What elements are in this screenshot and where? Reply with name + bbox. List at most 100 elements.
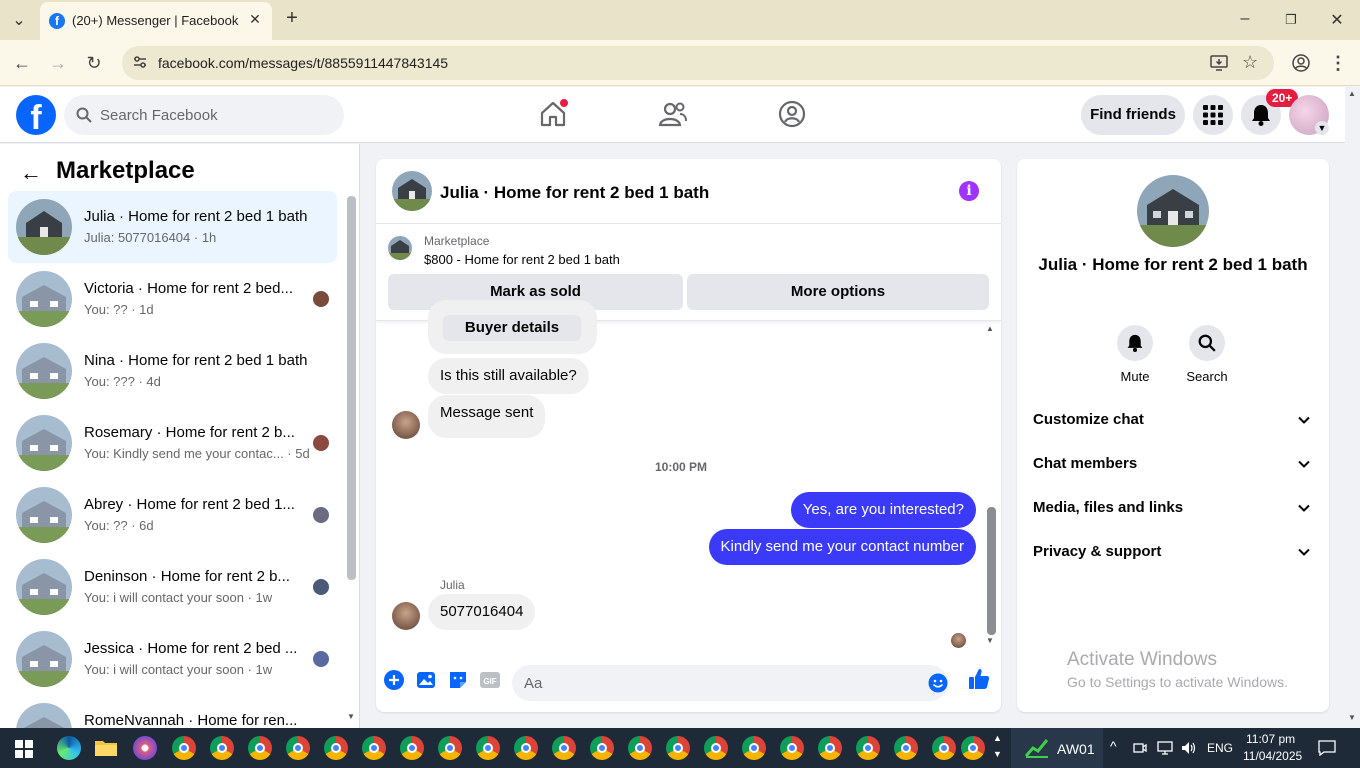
- chrome-icon[interactable]: [742, 736, 766, 760]
- friends-icon[interactable]: [658, 99, 688, 129]
- page-scrollbar[interactable]: ▲ ▼: [1345, 87, 1360, 728]
- facebook-search-box[interactable]: [64, 95, 344, 135]
- meet-now-icon[interactable]: [1133, 741, 1147, 755]
- info-icon[interactable]: i: [959, 181, 979, 201]
- facebook-logo-icon[interactable]: f: [16, 95, 56, 135]
- search-in-chat-button[interactable]: Search: [1177, 325, 1237, 384]
- site-settings-icon[interactable]: [132, 54, 148, 70]
- incoming-message[interactable]: Message sent: [428, 395, 546, 438]
- conversation-item[interactable]: Victoria · Home for rent 2 bed... You: ?…: [8, 263, 337, 335]
- chrome-icon[interactable]: [362, 736, 386, 760]
- conversation-item[interactable]: RomeNvannah · Home for ren...: [8, 695, 337, 728]
- account-chevron-icon[interactable]: ▼: [1315, 121, 1329, 135]
- incoming-message[interactable]: 5077016404: [428, 594, 536, 630]
- chrome-icon[interactable]: [248, 736, 272, 760]
- chrome-icon[interactable]: [286, 736, 310, 760]
- new-tab-icon[interactable]: +: [282, 7, 302, 30]
- groups-icon[interactable]: [777, 99, 807, 129]
- conversation-item[interactable]: Nina · Home for rent 2 bed 1 bath You: ?…: [8, 335, 337, 407]
- maximize-icon[interactable]: ❐: [1281, 12, 1301, 28]
- clock-time[interactable]: 11:07 pm: [1246, 732, 1295, 746]
- more-options-button[interactable]: More options: [687, 274, 989, 310]
- chrome-icon[interactable]: [514, 736, 538, 760]
- menu-grid-button[interactable]: [1193, 95, 1233, 135]
- taskbar-overflow-icon[interactable]: ▲ ▼: [993, 730, 1002, 762]
- chat-members-row[interactable]: Chat members: [1025, 443, 1321, 487]
- media-files-links-row[interactable]: Media, files and links: [1025, 487, 1321, 531]
- chrome-icon[interactable]: [324, 736, 348, 760]
- language-indicator[interactable]: ENG: [1207, 741, 1233, 755]
- chrome-icon[interactable]: [780, 736, 804, 760]
- back-arrow-icon[interactable]: ←: [11, 52, 33, 74]
- network-icon[interactable]: [1157, 741, 1173, 755]
- customize-chat-row[interactable]: Customize chat: [1025, 399, 1321, 443]
- clock-date[interactable]: 11/04/2025: [1243, 749, 1302, 763]
- sender-avatar[interactable]: [392, 411, 420, 439]
- edge-browser-icon[interactable]: [57, 736, 81, 760]
- network-widget[interactable]: AW01: [1011, 728, 1103, 768]
- find-friends-button[interactable]: Find friends: [1081, 95, 1185, 135]
- gif-icon[interactable]: GIF: [479, 669, 501, 691]
- browser-tab[interactable]: f (20+) Messenger | Facebook ✕: [40, 2, 272, 40]
- tab-close-icon[interactable]: ✕: [246, 10, 264, 28]
- chrome-icon[interactable]: [172, 736, 196, 760]
- chrome-icon[interactable]: [666, 736, 690, 760]
- chrome-icon[interactable]: [210, 736, 234, 760]
- chrome-icon[interactable]: [590, 736, 614, 760]
- emoji-icon[interactable]: [928, 673, 948, 693]
- windows-start-icon[interactable]: [15, 740, 33, 758]
- chat-title[interactable]: Julia · Home for rent 2 bed 1 bath: [440, 183, 709, 203]
- conversation-item[interactable]: Deninson · Home for rent 2 b... You: i w…: [8, 551, 337, 623]
- sticker-icon[interactable]: [447, 669, 469, 691]
- facebook-search-input[interactable]: [100, 95, 336, 135]
- profile-icon[interactable]: [1292, 54, 1310, 72]
- chrome-icon[interactable]: [438, 736, 462, 760]
- conversation-item[interactable]: Rosemary · Home for rent 2 b... You: Kin…: [8, 407, 337, 479]
- tab-search-icon[interactable]: ⌄: [9, 10, 29, 30]
- conversation-item[interactable]: Jessica · Home for rent 2 bed ... You: i…: [8, 623, 337, 695]
- outgoing-message[interactable]: Yes, are you interested?: [790, 492, 976, 528]
- bookmark-star-icon[interactable]: ☆: [1242, 52, 1258, 73]
- install-app-icon[interactable]: [1210, 55, 1228, 71]
- chrome-icon[interactable]: [818, 736, 842, 760]
- reload-icon[interactable]: ↻: [83, 52, 105, 74]
- like-thumbs-up-icon[interactable]: [967, 667, 991, 691]
- conversation-list-scrollbar[interactable]: [347, 196, 356, 580]
- show-hidden-icons-icon[interactable]: ^: [1110, 738, 1117, 754]
- scroll-up-icon[interactable]: ▲: [1348, 89, 1356, 98]
- plus-icon[interactable]: [383, 669, 405, 691]
- mute-button[interactable]: Mute: [1105, 325, 1165, 384]
- listing-title[interactable]: $800 - Home for rent 2 bed 1 bath: [424, 252, 620, 267]
- file-explorer-icon[interactable]: [94, 736, 118, 760]
- chrome-icon[interactable]: [856, 736, 880, 760]
- conversation-item[interactable]: Abrey · Home for rent 2 bed 1... You: ??…: [8, 479, 337, 551]
- chrome-icon[interactable]: [932, 736, 956, 760]
- scroll-down-icon[interactable]: ▼: [1348, 713, 1356, 722]
- chrome-icon[interactable]: [628, 736, 652, 760]
- scroll-up-icon[interactable]: ▲: [986, 324, 994, 333]
- chrome-icon[interactable]: [894, 736, 918, 760]
- chrome-icon[interactable]: [704, 736, 728, 760]
- back-arrow-icon[interactable]: ←: [20, 160, 42, 186]
- scroll-down-icon[interactable]: ▼: [986, 636, 994, 645]
- address-bar[interactable]: facebook.com/messages/t/8855911447843145…: [122, 46, 1274, 80]
- conversation-item[interactable]: Julia · Home for rent 2 bed 1 bath Julia…: [8, 191, 337, 263]
- chat-scrollbar[interactable]: [987, 507, 996, 635]
- home-icon[interactable]: [538, 99, 568, 129]
- scroll-down-icon[interactable]: ▼: [347, 712, 355, 721]
- chrome-icon[interactable]: [476, 736, 500, 760]
- browser-menu-icon[interactable]: ⋮: [1327, 52, 1349, 74]
- privacy-support-row[interactable]: Privacy & support: [1025, 531, 1321, 575]
- message-input[interactable]: [524, 665, 914, 701]
- chrome-icon[interactable]: [400, 736, 424, 760]
- sender-avatar[interactable]: [392, 602, 420, 630]
- forward-arrow-icon[interactable]: →: [47, 52, 69, 74]
- incoming-message[interactable]: Is this still available?: [428, 358, 589, 394]
- window-close-icon[interactable]: ✕: [1327, 10, 1347, 30]
- volume-icon[interactable]: [1181, 741, 1197, 755]
- chrome-icon[interactable]: [961, 736, 985, 760]
- photo-icon[interactable]: [415, 669, 437, 691]
- buyer-details-button[interactable]: Buyer details: [443, 315, 581, 341]
- app-icon[interactable]: [133, 736, 157, 760]
- minimize-icon[interactable]: –: [1235, 10, 1255, 28]
